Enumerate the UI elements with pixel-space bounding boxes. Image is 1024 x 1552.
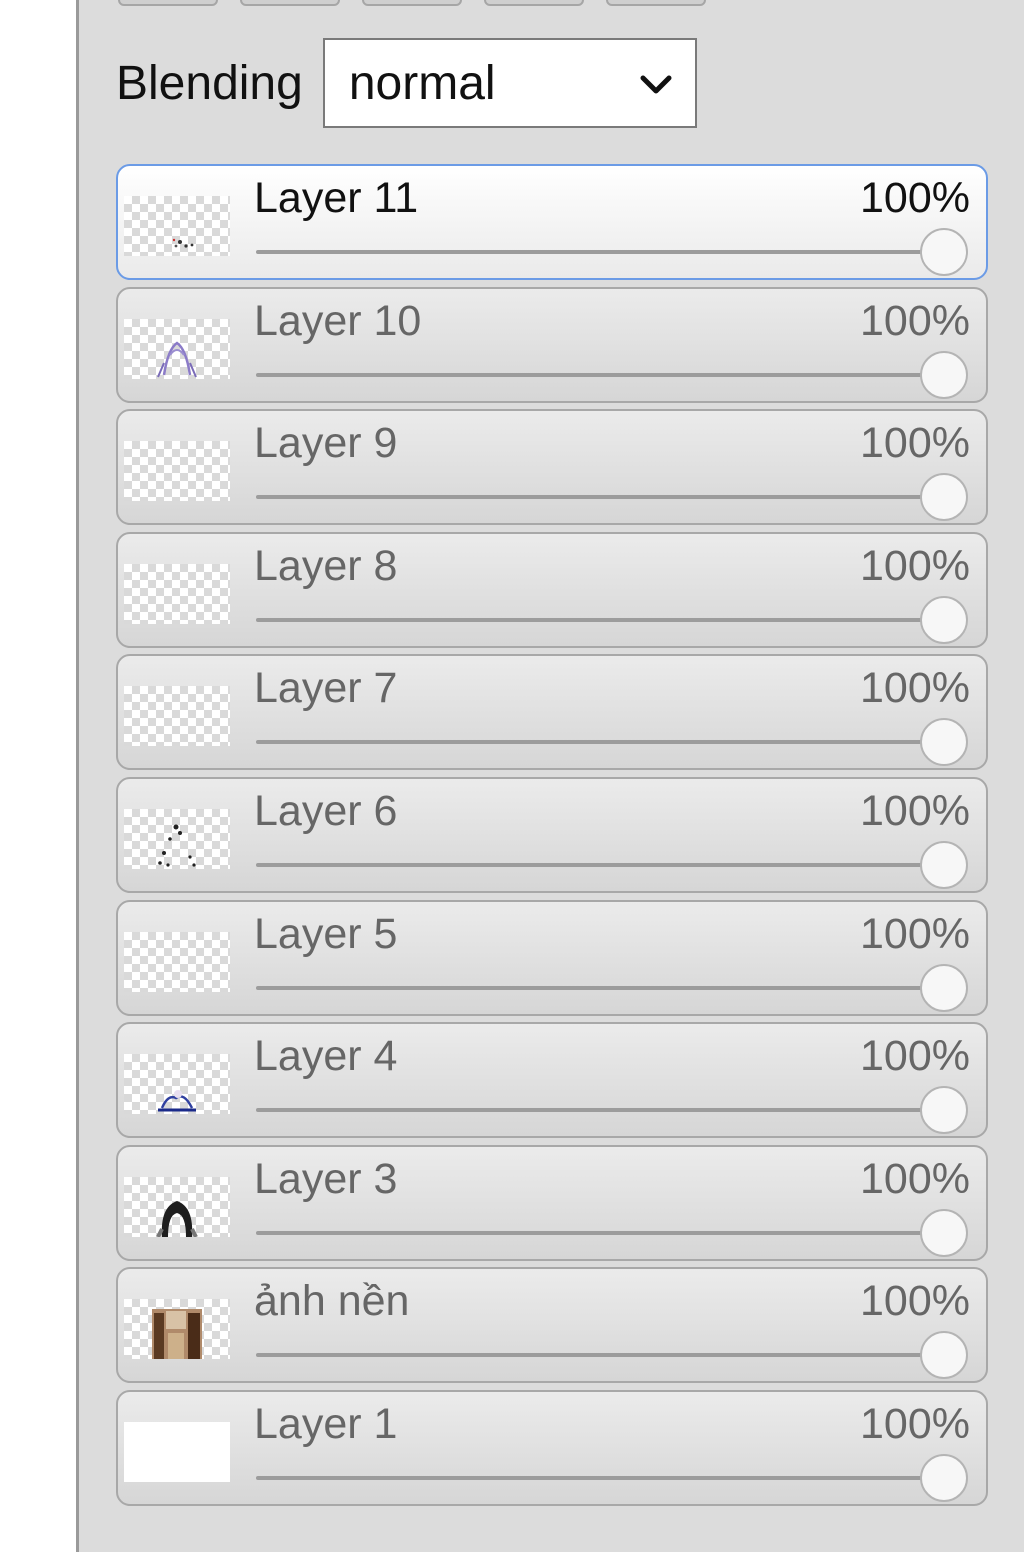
layer-thumbnail[interactable] bbox=[124, 1176, 230, 1237]
layer-thumbnail-image bbox=[158, 1090, 196, 1112]
chevron-down-icon bbox=[640, 75, 672, 94]
layer-thumbnail-image bbox=[158, 824, 196, 867]
layer-opacity-value: 100% bbox=[860, 664, 970, 713]
opacity-slider-track[interactable] bbox=[256, 985, 950, 990]
layer-thumbnail[interactable] bbox=[124, 563, 230, 624]
layer-list: Layer 11 100% Layer 10 100% Layer 9 100% Layer… bbox=[116, 164, 988, 1513]
layer-thumbnail[interactable] bbox=[124, 1421, 230, 1482]
layer-opacity-value: 100% bbox=[860, 1277, 970, 1326]
layer-thumbnail[interactable] bbox=[124, 441, 230, 502]
layer-name: Layer 1 bbox=[254, 1399, 398, 1448]
layers-panel: Blending normal Layer 11 100% Layer 10 100%… bbox=[0, 0, 1024, 1552]
opacity-slider-handle[interactable] bbox=[920, 350, 968, 399]
toolbar-button-3[interactable] bbox=[362, 0, 462, 6]
opacity-slider-track[interactable] bbox=[256, 250, 950, 254]
toolbar-button-2[interactable] bbox=[240, 0, 340, 6]
toolbar-button-5[interactable] bbox=[606, 0, 706, 6]
opacity-slider-handle[interactable] bbox=[920, 1331, 968, 1380]
layer-row[interactable]: Layer 8 100% bbox=[116, 531, 988, 648]
opacity-slider-track[interactable] bbox=[256, 617, 950, 622]
layer-thumbnail-image bbox=[157, 341, 197, 377]
layer-opacity-value: 100% bbox=[860, 1399, 970, 1448]
toolbar-button-1[interactable] bbox=[118, 0, 218, 6]
layer-opacity-value: 100% bbox=[860, 1154, 970, 1203]
layer-opacity-value: 100% bbox=[860, 1032, 970, 1081]
layer-opacity-value: 100% bbox=[860, 909, 970, 958]
layer-row[interactable]: Layer 10 100% bbox=[116, 286, 988, 403]
layer-name: Layer 9 bbox=[254, 419, 398, 468]
layer-name: Layer 7 bbox=[254, 664, 398, 713]
layer-name: Layer 5 bbox=[254, 909, 398, 958]
layer-name: Layer 8 bbox=[254, 541, 398, 590]
layer-row[interactable]: ảnh nền 100% bbox=[116, 1267, 988, 1384]
opacity-slider-handle[interactable] bbox=[920, 840, 968, 889]
opacity-slider-handle[interactable] bbox=[920, 718, 968, 767]
layer-name: Layer 10 bbox=[254, 296, 422, 345]
layer-thumbnail-image bbox=[152, 1309, 202, 1360]
canvas-edge bbox=[0, 0, 79, 1552]
layer-row[interactable]: Layer 3 100% bbox=[116, 1144, 988, 1261]
opacity-slider-track[interactable] bbox=[256, 1108, 950, 1113]
blending-label: Blending bbox=[116, 56, 303, 110]
opacity-slider-handle[interactable] bbox=[920, 1086, 968, 1135]
opacity-slider-track[interactable] bbox=[256, 1475, 950, 1480]
layer-name: Layer 6 bbox=[254, 786, 398, 835]
blending-selected-value: normal bbox=[348, 56, 496, 110]
toolbar-button-4[interactable] bbox=[484, 0, 584, 6]
layer-thumbnail[interactable] bbox=[124, 196, 230, 256]
layer-row[interactable]: Layer 1 100% bbox=[116, 1389, 988, 1506]
opacity-slider-handle[interactable] bbox=[920, 228, 968, 276]
layer-name: Layer 11 bbox=[254, 174, 419, 222]
opacity-slider-handle[interactable] bbox=[920, 963, 968, 1012]
opacity-slider-track[interactable] bbox=[256, 495, 950, 500]
layer-thumbnail[interactable] bbox=[124, 686, 230, 747]
layer-thumbnail[interactable] bbox=[124, 931, 230, 992]
opacity-slider-handle[interactable] bbox=[920, 1208, 968, 1257]
opacity-slider-handle[interactable] bbox=[920, 595, 968, 644]
layer-thumbnail[interactable] bbox=[124, 808, 230, 869]
layer-thumbnail[interactable] bbox=[124, 318, 230, 379]
opacity-slider-track[interactable] bbox=[256, 1353, 950, 1358]
layer-opacity-value: 100% bbox=[860, 541, 970, 590]
layer-thumbnail[interactable] bbox=[124, 1054, 230, 1115]
layer-name: Layer 4 bbox=[254, 1032, 398, 1081]
layer-name: ảnh nền bbox=[254, 1277, 410, 1326]
opacity-slider-handle[interactable] bbox=[920, 1453, 968, 1502]
layer-row[interactable]: Layer 7 100% bbox=[116, 654, 988, 771]
layer-row[interactable]: Layer 6 100% bbox=[116, 776, 988, 893]
opacity-slider-track[interactable] bbox=[256, 862, 950, 867]
opacity-slider-track[interactable] bbox=[256, 1230, 950, 1235]
opacity-slider-handle[interactable] bbox=[920, 473, 968, 522]
layer-row[interactable]: Layer 11 100% bbox=[116, 164, 988, 280]
layer-thumbnail[interactable] bbox=[124, 1299, 230, 1360]
layer-row[interactable]: Layer 5 100% bbox=[116, 899, 988, 1016]
layer-opacity-value: 100% bbox=[860, 174, 970, 222]
layer-opacity-value: 100% bbox=[860, 296, 970, 345]
layer-thumbnail-image bbox=[156, 1200, 198, 1237]
layer-row[interactable]: Layer 9 100% bbox=[116, 409, 988, 526]
layer-opacity-value: 100% bbox=[860, 419, 970, 468]
opacity-slider-track[interactable] bbox=[256, 372, 950, 377]
opacity-slider-track[interactable] bbox=[256, 740, 950, 745]
layer-opacity-value: 100% bbox=[860, 786, 970, 835]
layer-thumbnail-image bbox=[172, 238, 194, 248]
layer-row[interactable]: Layer 4 100% bbox=[116, 1022, 988, 1139]
layer-name: Layer 3 bbox=[254, 1154, 398, 1203]
blending-select[interactable]: normal bbox=[322, 38, 697, 128]
blending-row: Blending normal bbox=[116, 36, 697, 130]
